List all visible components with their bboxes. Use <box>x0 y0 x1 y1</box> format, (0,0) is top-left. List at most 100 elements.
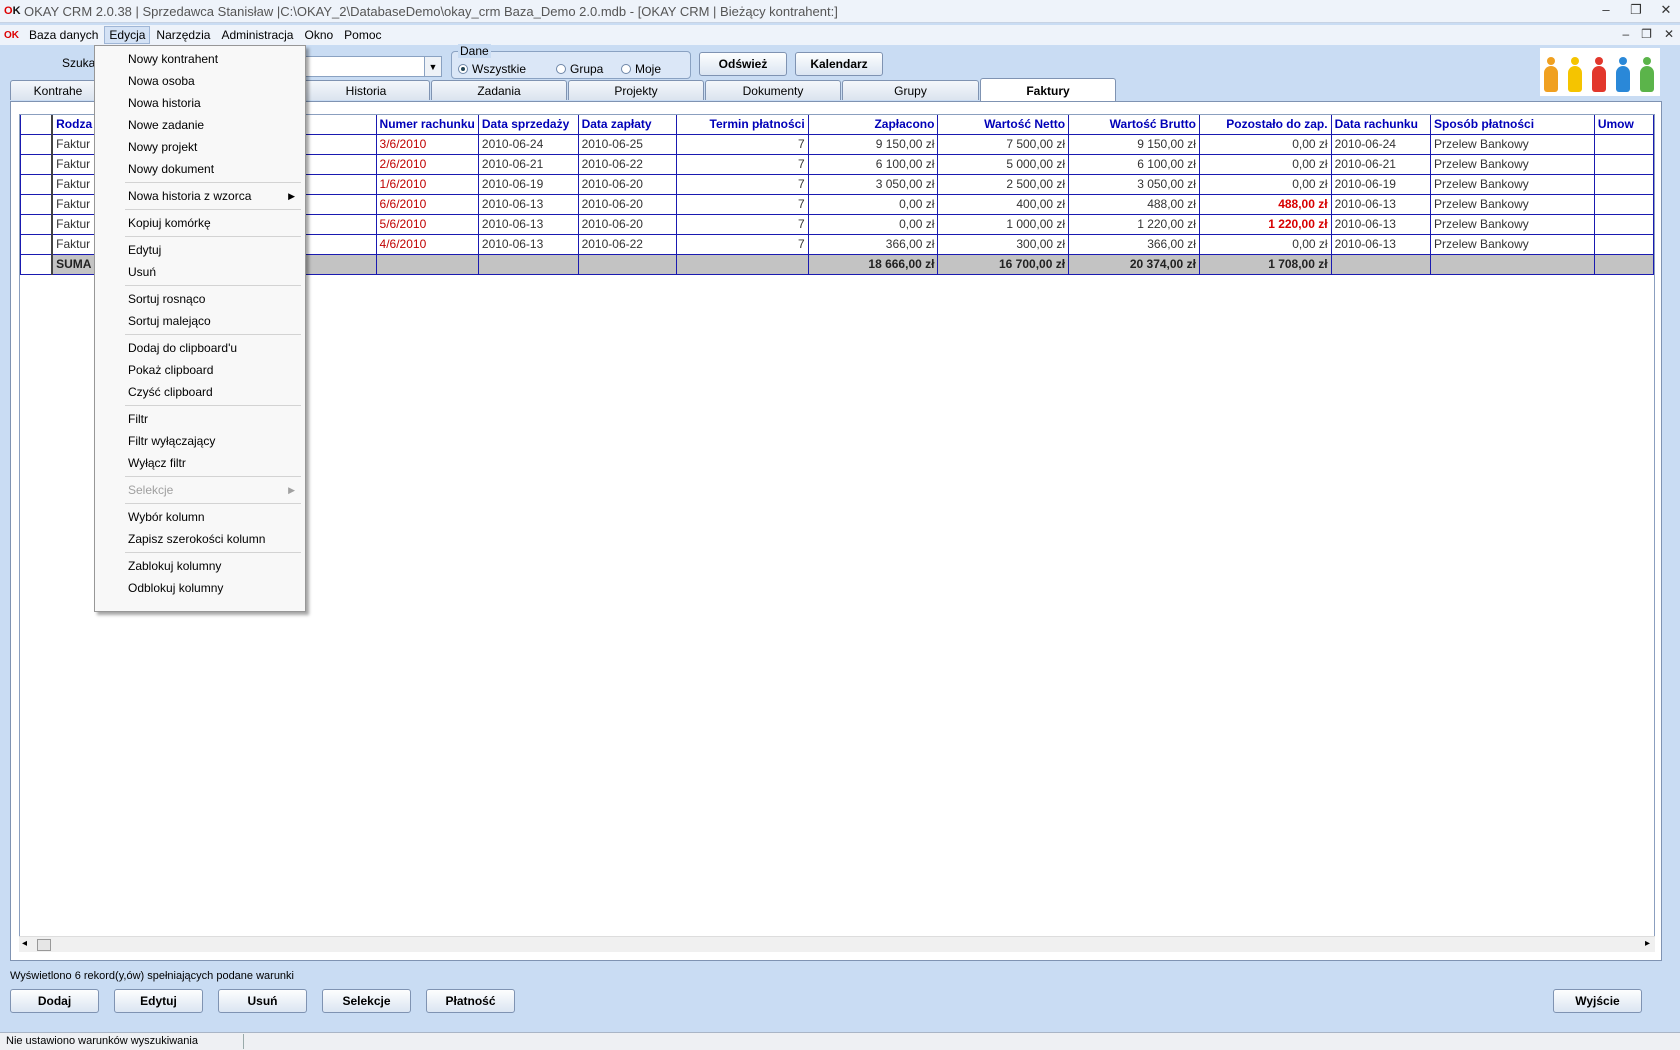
column-header[interactable]: Sposób płatności <box>1430 115 1595 135</box>
table-cell[interactable] <box>20 233 54 255</box>
table-cell[interactable]: 0,00 zł <box>807 213 939 235</box>
menu-item[interactable]: Kopiuj komórkę <box>95 212 305 234</box>
table-cell[interactable]: Faktur <box>51 233 98 255</box>
table-cell[interactable]: 2010-06-13 <box>1330 193 1432 215</box>
menu-pomoc[interactable]: Pomoc <box>339 26 386 44</box>
table-cell[interactable]: 7 <box>676 173 809 195</box>
menu-item[interactable]: Pokaż clipboard <box>95 359 305 381</box>
table-cell[interactable]: 4/6/2010 <box>375 233 479 255</box>
menu-item[interactable]: Filtr wyłączający <box>95 430 305 452</box>
restore-icon[interactable]: ❐ <box>1628 2 1644 18</box>
table-cell[interactable]: 2010-06-13 <box>477 193 579 215</box>
radio-moje[interactable]: Moje <box>621 62 661 76</box>
mdi-minimize-icon[interactable]: – <box>1622 27 1629 41</box>
table-cell[interactable]: 2010-06-20 <box>577 173 678 195</box>
table-cell[interactable]: 7 <box>676 133 809 155</box>
selections-button[interactable]: Selekcje <box>322 989 411 1013</box>
table-cell[interactable]: 366,00 zł <box>807 233 939 255</box>
table-cell[interactable] <box>1593 153 1654 175</box>
menu-item[interactable]: Sortuj rosnąco <box>95 288 305 310</box>
tab-grupy[interactable]: Grupy <box>842 80 979 100</box>
menu-item[interactable]: Nowa historia z wzorca ▶ <box>95 185 305 207</box>
column-header[interactable]: Umow <box>1593 115 1654 135</box>
table-cell[interactable] <box>20 133 54 155</box>
table-cell[interactable]: Przelew Bankowy <box>1430 193 1595 215</box>
menu-item[interactable]: Nowe zadanie <box>95 114 305 136</box>
table-cell[interactable] <box>1593 173 1654 195</box>
menu-item[interactable]: Sortuj malejąco <box>95 310 305 332</box>
menu-item[interactable]: Edytuj <box>95 239 305 261</box>
column-header[interactable]: Data zapłaty <box>577 115 678 135</box>
table-cell[interactable]: 2 500,00 zł <box>937 173 1070 195</box>
tab-historia[interactable]: Historia <box>302 80 430 100</box>
table-cell[interactable] <box>1593 233 1654 255</box>
column-header[interactable] <box>20 115 54 135</box>
table-cell[interactable]: 2010-06-20 <box>577 213 678 235</box>
table-cell[interactable]: 300,00 zł <box>937 233 1070 255</box>
table-cell[interactable]: Przelew Bankowy <box>1430 133 1595 155</box>
radio-wszystkie[interactable]: Wszystkie <box>458 62 526 76</box>
table-cell[interactable]: 1 220,00 zł <box>1198 213 1332 235</box>
exit-button[interactable]: Wyjście <box>1553 989 1642 1013</box>
table-cell[interactable]: 400,00 zł <box>937 193 1070 215</box>
table-cell[interactable]: 2010-06-24 <box>1330 133 1432 155</box>
column-header[interactable]: Data sprzedaży <box>477 115 579 135</box>
table-cell[interactable]: 366,00 zł <box>1068 233 1200 255</box>
scroll-left-icon[interactable]: ◂ <box>22 938 27 949</box>
column-header[interactable]: Termin płatności <box>676 115 809 135</box>
table-cell[interactable] <box>1593 213 1654 235</box>
table-cell[interactable]: 7 <box>676 193 809 215</box>
table-cell[interactable]: Faktur <box>51 193 98 215</box>
table-cell[interactable]: 0,00 zł <box>1198 153 1332 175</box>
menu-item[interactable]: Nowa historia <box>95 92 305 114</box>
payment-button[interactable]: Płatność <box>426 989 515 1013</box>
column-header[interactable]: Wartość Netto <box>937 115 1070 135</box>
table-cell[interactable]: 0,00 zł <box>1198 233 1332 255</box>
table-cell[interactable]: Faktur <box>51 173 98 195</box>
search-combo[interactable]: ▼ <box>300 56 442 77</box>
table-cell[interactable]: 5/6/2010 <box>375 213 479 235</box>
table-cell[interactable]: 9 150,00 zł <box>1068 133 1200 155</box>
table-cell[interactable]: 2010-06-21 <box>1330 153 1432 175</box>
table-cell[interactable]: 3 050,00 zł <box>807 173 939 195</box>
refresh-button[interactable]: Odśwież <box>699 52 787 76</box>
table-cell[interactable] <box>1593 133 1654 155</box>
minimize-icon[interactable]: – <box>1598 2 1614 18</box>
table-cell[interactable]: 3 050,00 zł <box>1068 173 1200 195</box>
table-cell[interactable]: 2010-06-20 <box>577 193 678 215</box>
table-cell[interactable]: 7 <box>676 153 809 175</box>
table-cell[interactable]: 9 150,00 zł <box>807 133 939 155</box>
table-cell[interactable]: 2010-06-13 <box>477 233 579 255</box>
table-cell[interactable]: 2010-06-19 <box>477 173 579 195</box>
table-cell[interactable] <box>20 213 54 235</box>
column-header[interactable]: Pozostało do zap. <box>1198 115 1332 135</box>
tab-kontrahenci[interactable]: Kontrahe <box>10 80 106 100</box>
edit-button[interactable]: Edytuj <box>114 989 203 1013</box>
menu-item[interactable]: Odblokuj kolumny <box>95 577 305 599</box>
table-cell[interactable]: 6 100,00 zł <box>807 153 939 175</box>
table-cell[interactable]: 2010-06-22 <box>577 233 678 255</box>
table-cell[interactable]: 2010-06-13 <box>1330 233 1432 255</box>
menu-item[interactable]: Zablokuj kolumny <box>95 555 305 577</box>
table-cell[interactable] <box>1593 193 1654 215</box>
table-cell[interactable]: 2010-06-21 <box>477 153 579 175</box>
table-cell[interactable]: 488,00 zł <box>1068 193 1200 215</box>
tab-dokumenty[interactable]: Dokumenty <box>705 80 841 100</box>
menu-narzedzia[interactable]: Narzędzia <box>151 26 215 44</box>
table-cell[interactable]: 1 220,00 zł <box>1068 213 1200 235</box>
table-cell[interactable]: 7 <box>676 213 809 235</box>
table-cell[interactable]: Przelew Bankowy <box>1430 173 1595 195</box>
close-icon[interactable]: ✕ <box>1658 2 1674 18</box>
mdi-restore-icon[interactable]: ❐ <box>1641 27 1652 41</box>
scroll-thumb[interactable] <box>37 939 51 951</box>
table-cell[interactable]: Faktur <box>51 153 98 175</box>
add-button[interactable]: Dodaj <box>10 989 99 1013</box>
column-header[interactable]: Rodza <box>51 115 98 135</box>
table-cell[interactable]: 488,00 zł <box>1198 193 1332 215</box>
column-header[interactable]: Numer rachunku <box>375 115 479 135</box>
menu-item[interactable]: Usuń <box>95 261 305 283</box>
menu-administracja[interactable]: Administracja <box>216 26 298 44</box>
table-cell[interactable]: Przelew Bankowy <box>1430 233 1595 255</box>
table-cell[interactable]: 2/6/2010 <box>375 153 479 175</box>
column-header[interactable]: Zapłacono <box>807 115 939 135</box>
